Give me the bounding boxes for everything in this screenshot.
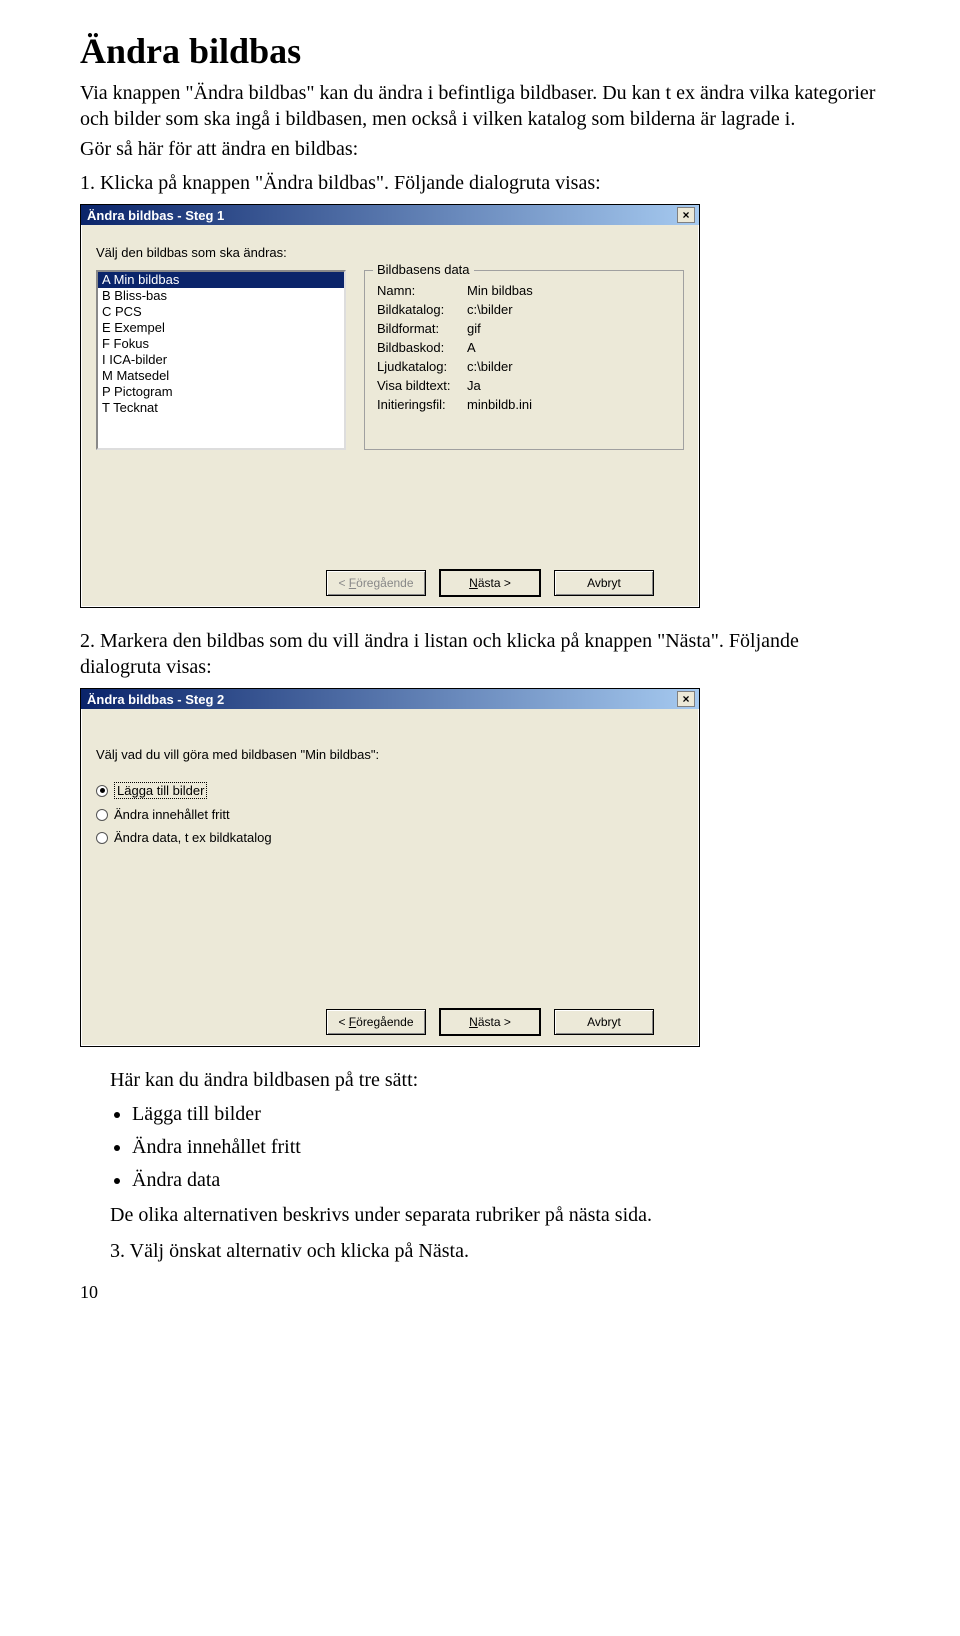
kv-row: Visa bildtext:Ja [377,376,671,395]
bildbas-data-group: Bildbasens data Namn:Min bildbas Bildkat… [364,270,684,450]
after-text-2: De olika alternativen beskrivs under sep… [110,1202,880,1228]
step-3: 3. Välj önskat alternativ och klicka på … [110,1238,880,1264]
dialog-2-body: Välj vad du vill göra med bildbasen "Min… [81,709,699,1046]
radio-option-edit-content[interactable]: Ändra innehållet fritt [96,803,684,826]
list-item[interactable]: A Min bildbas [98,272,344,288]
next-button[interactable]: Nästa > [440,570,540,596]
dialog-1-body: Välj den bildbas som ska ändras: A Min b… [81,225,699,607]
dialog-step-2: Ändra bildbas - Steg 2 × Välj vad du vil… [80,688,700,1047]
dialog-2-title: Ändra bildbas - Steg 2 [87,692,224,707]
list-item[interactable]: T Tecknat [98,400,344,416]
radio-option-edit-data[interactable]: Ändra data, t ex bildkatalog [96,826,684,849]
list-item[interactable]: F Fokus [98,336,344,352]
dialog-1-titlebar: Ändra bildbas - Steg 1 × [81,205,699,225]
radio-icon [96,809,108,821]
bullet-item: Ändra innehållet fritt [132,1136,880,1159]
intro-instruction: Gör så här för att ändra en bildbas: [80,136,880,162]
list-item[interactable]: E Exempel [98,320,344,336]
cancel-button[interactable]: Avbryt [554,570,654,596]
previous-button[interactable]: < Föregående [326,570,426,596]
dialog-2-titlebar: Ändra bildbas - Steg 2 × [81,689,699,709]
after-text-1: Här kan du ändra bildbasen på tre sätt: [110,1067,880,1093]
kv-row: Initieringsfil:minbildb.ini [377,395,671,414]
step-2: 2. Markera den bildbas som du vill ändra… [80,628,880,680]
radio-group: Lägga till bilder Ändra innehållet fritt… [96,778,684,849]
dialog-step-1: Ändra bildbas - Steg 1 × Välj den bildba… [80,204,700,608]
page-number: 10 [80,1282,880,1303]
list-item[interactable]: M Matsedel [98,368,344,384]
kv-row: Bildformat:gif [377,319,671,338]
group-title: Bildbasens data [373,262,474,277]
close-icon[interactable]: × [677,691,695,707]
bullet-item: Ändra data [132,1169,880,1192]
cancel-button[interactable]: Avbryt [554,1009,654,1035]
radio-label: Ändra data, t ex bildkatalog [114,830,272,845]
radio-label: Lägga till bilder [114,782,207,799]
list-item[interactable]: P Pictogram [98,384,344,400]
kv-row: Ljudkatalog:c:\bilder [377,357,671,376]
dialog-1-prompt: Välj den bildbas som ska ändras: [96,245,684,260]
radio-label: Ändra innehållet fritt [114,807,230,822]
dialog-1-title: Ändra bildbas - Steg 1 [87,208,224,223]
page-heading: Ändra bildbas [80,30,880,72]
close-icon[interactable]: × [677,207,695,223]
intro-paragraph: Via knappen "Ändra bildbas" kan du ändra… [80,80,880,132]
list-item[interactable]: C PCS [98,304,344,320]
list-item[interactable]: B Bliss-bas [98,288,344,304]
step-1: 1. Klicka på knappen "Ändra bildbas". Fö… [80,170,880,196]
bullet-list: Lägga till bilder Ändra innehållet fritt… [132,1103,880,1192]
radio-icon [96,832,108,844]
bildbas-listbox[interactable]: A Min bildbas B Bliss-bas C PCS E Exempe… [96,270,346,450]
list-item[interactable]: I ICA-bilder [98,352,344,368]
kv-row: Bildkatalog:c:\bilder [377,300,671,319]
bullet-item: Lägga till bilder [132,1103,880,1126]
radio-option-add-images[interactable]: Lägga till bilder [96,778,684,803]
kv-row: Namn:Min bildbas [377,281,671,300]
kv-row: Bildbaskod:A [377,338,671,357]
previous-button[interactable]: < Föregående [326,1009,426,1035]
dialog-2-prompt: Välj vad du vill göra med bildbasen "Min… [96,747,684,762]
next-button[interactable]: Nästa > [440,1009,540,1035]
radio-icon [96,785,108,797]
